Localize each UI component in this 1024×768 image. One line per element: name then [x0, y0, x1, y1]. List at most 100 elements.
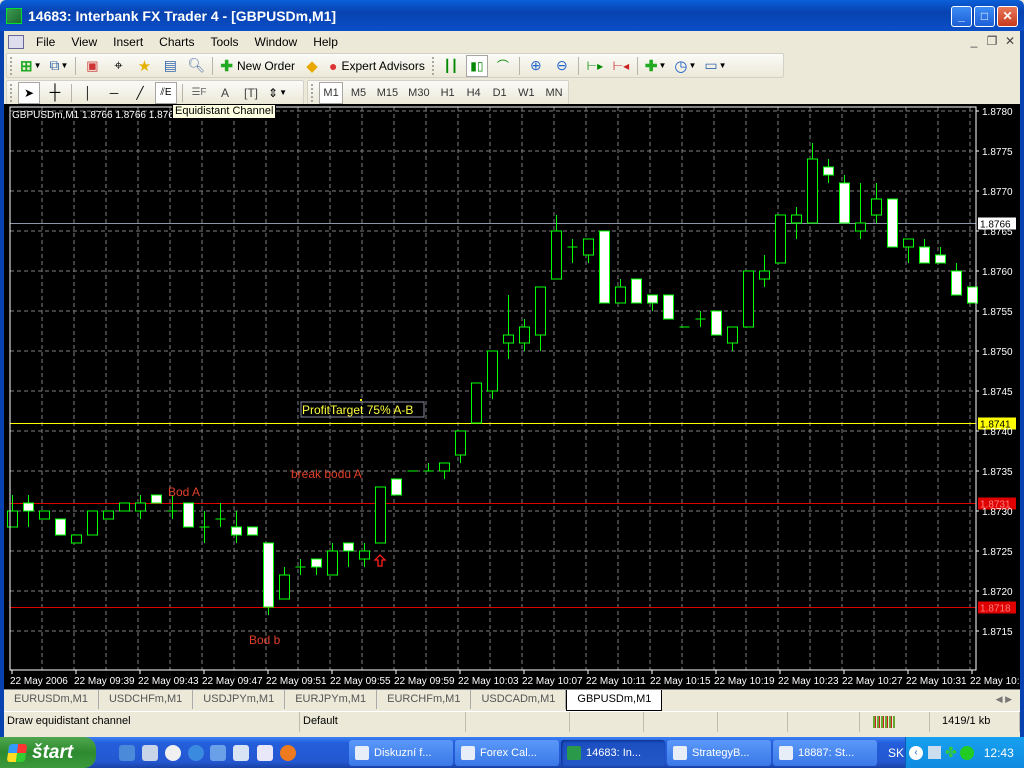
alert-button[interactable]: ◆	[301, 55, 323, 77]
tray-clover-icon[interactable]: ✤	[945, 744, 957, 761]
chart-window[interactable]: 1.8766 1.8741 1.8731 1.8718 1.8780 1.8775 1.87…	[4, 104, 1020, 689]
line-chart-button[interactable]: ⌒	[492, 55, 514, 77]
navigator-button[interactable]: ★	[133, 55, 155, 77]
menu-window[interactable]: Window	[247, 35, 306, 49]
maximize-button[interactable]: □	[974, 6, 995, 27]
mdi-close-button[interactable]: ✕	[1002, 34, 1018, 48]
timeframe-d1[interactable]: D1	[489, 82, 511, 104]
timeframe-h1[interactable]: H1	[437, 82, 459, 104]
menu-charts[interactable]: Charts	[151, 35, 202, 49]
tab-usdchfm[interactable]: USDCHFm,M1	[99, 690, 194, 709]
zoom-out-button[interactable]: ⊖	[551, 55, 573, 77]
toolbar-grip[interactable]	[10, 83, 13, 102]
tray-status-icon[interactable]	[959, 745, 974, 760]
timeframe-w1[interactable]: W1	[515, 82, 538, 104]
mdi-restore-button[interactable]: ❐	[984, 34, 1000, 48]
quicklaunch-browser-icon[interactable]	[188, 745, 204, 761]
y-tick-label: 1.8720	[982, 587, 1013, 598]
new-chart-button[interactable]: ⊞ ▼	[18, 55, 44, 77]
vertical-line-button[interactable]: │	[77, 82, 99, 104]
strategy-tester-button[interactable]: 🔍︎	[185, 55, 207, 77]
cursor-button[interactable]: ➤	[18, 81, 40, 104]
toolbar-grip[interactable]	[431, 56, 435, 75]
tab-eurusdm[interactable]: EURUSDm,M1	[4, 690, 99, 709]
profiles-button[interactable]: ⧉ ▼	[48, 55, 71, 77]
menu-insert[interactable]: Insert	[105, 35, 151, 49]
price-chart[interactable]: 1.87661.87411.87311.87181.87801.87751.87…	[4, 104, 1020, 689]
chart-shift-button[interactable]: ⊢◂	[610, 55, 632, 77]
timeframe-mn[interactable]: MN	[542, 82, 566, 104]
tab-eurchfm[interactable]: EURCHFm,M1	[377, 690, 472, 709]
quicklaunch-notepad-icon[interactable]	[257, 745, 273, 761]
crosshair-button[interactable]: ┼	[44, 82, 66, 104]
timeframe-m30[interactable]: M30	[405, 82, 432, 104]
bar-chart-button[interactable]: ┃┃	[440, 55, 462, 77]
timeframe-m15[interactable]: M15	[374, 82, 401, 104]
task-mt4[interactable]: 14683: In...	[561, 740, 665, 766]
data-window-button[interactable]: ⌖	[107, 55, 129, 77]
status-cell	[466, 712, 570, 732]
timeframe-m5[interactable]: M5	[347, 82, 369, 104]
task-forex-cal[interactable]: Forex Cal...	[455, 740, 559, 766]
quicklaunch-media-icon[interactable]	[165, 745, 181, 761]
new-order-button[interactable]: ✚ New Order	[218, 55, 297, 77]
annotation-break-bodu-a[interactable]: break bodu A	[291, 467, 362, 481]
annotation-bod-a[interactable]: Bod A	[168, 485, 200, 499]
tab-scroll-arrows[interactable]: ◀ ▶	[996, 694, 1012, 705]
start-button[interactable]: štart	[0, 737, 96, 768]
timeframe-m1[interactable]: M1	[318, 81, 344, 104]
annotation-bod-b[interactable]: Bod b	[249, 633, 281, 647]
clock[interactable]: 12:43	[984, 746, 1014, 760]
menu-file[interactable]: File	[28, 35, 63, 49]
tray-network-icon[interactable]	[928, 746, 941, 759]
task-18887[interactable]: 18887: St...	[773, 740, 877, 766]
quicklaunch-firefox-icon[interactable]	[280, 745, 296, 761]
tab-gbpusdm[interactable]: GBPUSDm,M1	[566, 690, 663, 711]
indicators-button[interactable]: ✚ ▼	[643, 55, 669, 77]
templates-button[interactable]: ▭ ▼	[702, 55, 728, 77]
close-button[interactable]: ✕	[997, 6, 1018, 27]
zoom-in-button[interactable]: ⊕	[525, 55, 547, 77]
periods-button[interactable]: ◷ ▼	[672, 55, 698, 77]
minimize-button[interactable]: _	[951, 6, 972, 27]
quicklaunch-ie-icon[interactable]	[119, 745, 135, 761]
menu-help[interactable]: Help	[305, 35, 346, 49]
timeframe-h4[interactable]: H4	[463, 82, 485, 104]
horizontal-line-icon: ─	[109, 85, 119, 100]
fibonacci-button[interactable]: ☰F	[188, 82, 210, 104]
tab-usdjpym[interactable]: USDJPYm,M1	[193, 690, 286, 709]
task-strategyb[interactable]: StrategyB...	[667, 740, 771, 766]
expert-advisors-button[interactable]: ● Expert Advisors	[327, 55, 427, 77]
mdi-minimize-button[interactable]: _	[966, 34, 982, 48]
tab-usdcadm[interactable]: USDCADm,M1	[471, 690, 567, 709]
quicklaunch-desktop-icon[interactable]	[142, 745, 158, 761]
market-watch-button[interactable]: ▣	[81, 55, 103, 77]
candlestick-chart-button[interactable]: ▮▯	[465, 54, 488, 77]
quicklaunch-app-icon[interactable]	[210, 745, 226, 761]
candle-bear	[935, 254, 946, 264]
horizontal-line-button[interactable]: ─	[103, 82, 125, 104]
tab-eurjpym[interactable]: EURJPYm,M1	[285, 690, 378, 709]
title-bar[interactable]: 14683: Interbank FX Trader 4 - [GBPUSDm,…	[0, 0, 1024, 31]
text-label-button[interactable]: [T]	[240, 82, 262, 104]
toolbar-grip[interactable]	[10, 56, 13, 75]
standard-toolbar: ⊞ ▼ ⧉ ▼ ▣ ⌖ ★ ▤ 🔍︎ ✚ New Order ◆ ● Expert Ad…	[6, 53, 784, 78]
task-diskuzni[interactable]: Diskuzní f...	[349, 740, 453, 766]
document-icon[interactable]	[8, 34, 24, 49]
toolbar-grip[interactable]	[311, 83, 314, 102]
menu-tools[interactable]: Tools	[203, 35, 247, 49]
menu-view[interactable]: View	[63, 35, 105, 49]
auto-scroll-button[interactable]: ⊢▸	[584, 55, 606, 77]
language-indicator[interactable]: SK	[888, 746, 904, 760]
equidistant-channel-button[interactable]: ⫽E	[155, 81, 177, 104]
terminal-button[interactable]: ▤	[159, 55, 181, 77]
quicklaunch-network-icon[interactable]	[233, 745, 249, 761]
task-label: 14683: In...	[586, 747, 642, 759]
tray-expand-icon[interactable]: ‹	[909, 745, 923, 760]
arrows-button[interactable]: ⇕ ▼	[266, 82, 289, 104]
annotation-profit-target[interactable]: ProfitTarget 75% A-B	[302, 403, 413, 417]
trendline-button[interactable]: ╱	[129, 82, 151, 104]
text-button[interactable]: A	[214, 82, 236, 104]
up-arrow-icon[interactable]	[373, 554, 387, 567]
anchor-point[interactable]	[360, 399, 362, 401]
